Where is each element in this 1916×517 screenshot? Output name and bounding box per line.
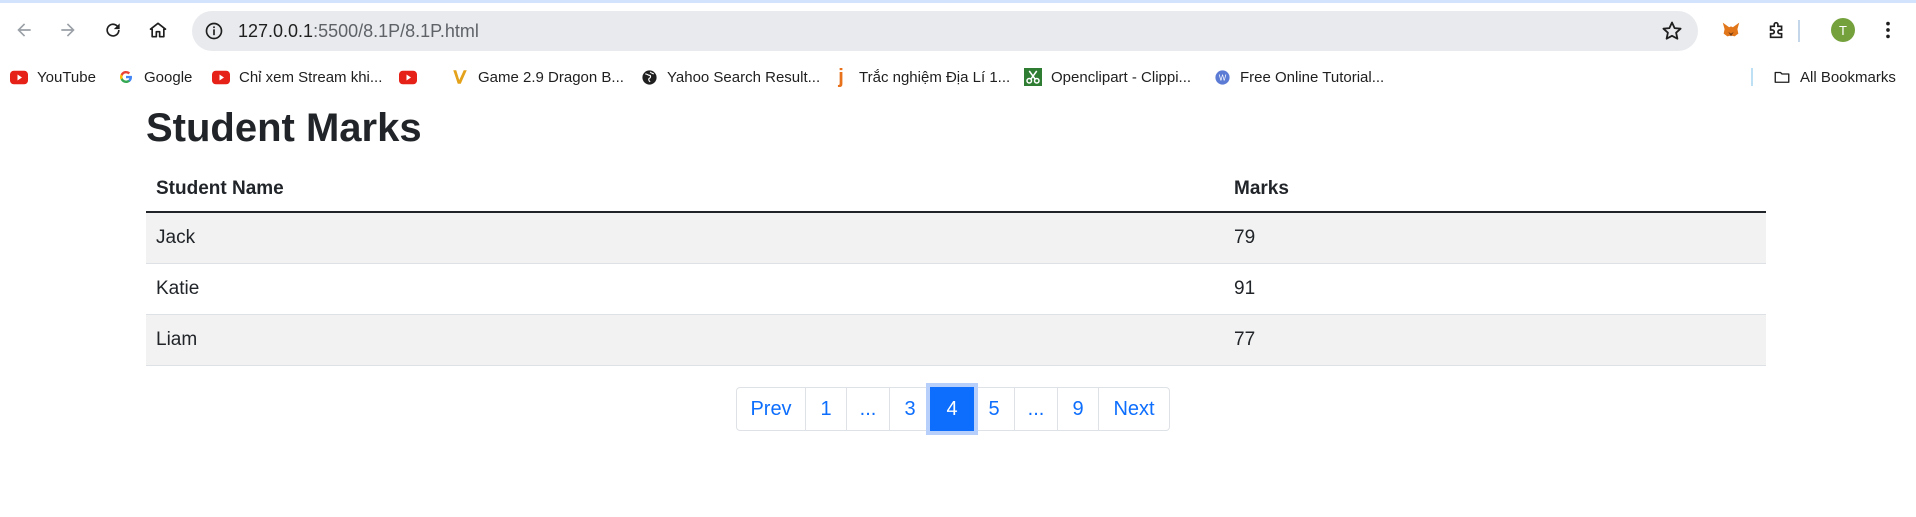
student-name-cell: Liam <box>146 314 1224 366</box>
extensions-button[interactable] <box>1761 14 1793 46</box>
home-icon <box>149 22 167 38</box>
url-path: :5500/8.1P/8.1P.html <box>313 21 479 41</box>
folder-icon <box>1773 68 1791 86</box>
bookmark-free-tutorial[interactable]: W Free Online Tutorial... <box>1213 64 1384 90</box>
bookmark-openclipart[interactable]: Openclipart - Clippi... <box>1024 64 1191 90</box>
bookmark-label: Trắc nghiệm Địa Lí 1... <box>859 68 1011 86</box>
bookmark-label: Free Online Tutorial... <box>1240 68 1385 86</box>
j-icon: j <box>838 65 844 88</box>
browser-toolbar: 127.0.0.1:5500/8.1P/8.1P.html T <box>0 0 1916 64</box>
forward-button[interactable] <box>52 14 84 46</box>
page-button-9[interactable]: 9 <box>1057 387 1099 431</box>
forward-arrow-icon <box>61 23 75 37</box>
page-button-1[interactable]: 1 <box>805 387 847 431</box>
browser-menu-button[interactable] <box>1872 14 1904 46</box>
column-header-student-name: Student Name <box>146 166 1224 213</box>
toolbar-divider <box>1798 20 1800 42</box>
youtube-icon <box>399 68 417 86</box>
table-header-row: Student Name Marks <box>146 166 1766 213</box>
page-button-4-active[interactable]: 4 <box>930 387 974 431</box>
bookmarks-divider <box>1751 68 1753 86</box>
student-name-cell: Jack <box>146 212 1224 264</box>
all-bookmarks-button[interactable]: All Bookmarks <box>1773 64 1896 90</box>
bookmark-label: Yahoo Search Result... <box>667 68 821 86</box>
marks-cell: 91 <box>1224 263 1766 315</box>
back-arrow-icon <box>17 23 31 37</box>
page-ellipsis: ... <box>846 387 890 431</box>
page-ellipsis: ... <box>1014 387 1058 431</box>
bookmark-stream[interactable]: Chỉ xem Stream khi... <box>212 64 382 90</box>
fox-icon <box>1722 22 1740 37</box>
address-bar[interactable]: 127.0.0.1:5500/8.1P/8.1P.html <box>192 11 1698 51</box>
bookmark-trac-nghiem[interactable]: j Trắc nghiệm Địa Lí 1... <box>832 64 1010 90</box>
student-name-cell: Katie <box>146 263 1224 315</box>
youtube-icon <box>212 68 230 86</box>
all-bookmarks-label: All Bookmarks <box>1800 68 1896 86</box>
more-vert-icon <box>1886 21 1890 39</box>
bookmark-label: Chỉ xem Stream khi... <box>239 68 383 86</box>
url-text[interactable]: 127.0.0.1:5500/8.1P/8.1P.html <box>238 11 479 51</box>
vivaldi-icon <box>451 68 469 86</box>
bookmark-youtube-2[interactable] <box>399 64 426 90</box>
site-info-button[interactable] <box>200 17 228 45</box>
youtube-icon <box>10 68 28 86</box>
home-button[interactable] <box>142 14 174 46</box>
bookmark-google[interactable]: Google <box>117 64 192 90</box>
profile-button[interactable]: T <box>1827 14 1859 46</box>
globe-icon <box>640 68 658 86</box>
bookmarks-bar: YouTube Google Chỉ xem Stream khi... Gam… <box>0 64 1916 90</box>
page-button-5[interactable]: 5 <box>973 387 1015 431</box>
next-page-button[interactable]: Next <box>1098 387 1170 431</box>
bookmark-yahoo[interactable]: Yahoo Search Result... <box>640 64 820 90</box>
bookmark-label: YouTube <box>37 68 96 86</box>
info-icon <box>205 22 223 40</box>
url-host: 127.0.0.1 <box>238 21 314 41</box>
scissors-icon <box>1024 68 1042 86</box>
reload-button[interactable] <box>97 14 129 46</box>
puzzle-icon <box>1769 21 1783 39</box>
bookmark-label: Game 2.9 Dragon B... <box>478 68 624 86</box>
marks-cell: 79 <box>1224 212 1766 264</box>
table-row: Katie 91 <box>146 263 1766 315</box>
avatar: T <box>1831 18 1855 42</box>
metamask-extension-button[interactable] <box>1715 14 1747 46</box>
column-header-marks: Marks <box>1224 166 1766 213</box>
student-marks-table: Student Name Marks Jack 79 Katie 91 Liam… <box>146 166 1766 366</box>
page-button-3[interactable]: 3 <box>889 387 931 431</box>
back-button[interactable] <box>8 14 40 46</box>
table-row: Liam 77 <box>146 314 1766 366</box>
bookmark-star-icon[interactable] <box>1660 19 1684 43</box>
page-title: Student Marks <box>146 106 422 150</box>
bookmark-label: Google <box>144 68 193 86</box>
table-row: Jack 79 <box>146 212 1766 264</box>
marks-cell: 77 <box>1224 314 1766 366</box>
bookmark-youtube[interactable]: YouTube <box>10 64 96 90</box>
w-circle-icon: W <box>1213 68 1231 86</box>
bookmark-label: Openclipart - Clippi... <box>1051 68 1192 86</box>
google-icon <box>117 68 135 86</box>
pagination: Prev 1 ... 3 4 5 ... 9 Next <box>736 387 1170 433</box>
toolbar-accent-line <box>0 0 1916 3</box>
bookmark-game[interactable]: Game 2.9 Dragon B... <box>451 64 624 90</box>
svg-text:W: W <box>1218 73 1226 82</box>
prev-page-button[interactable]: Prev <box>736 387 806 431</box>
reload-icon <box>106 23 120 37</box>
